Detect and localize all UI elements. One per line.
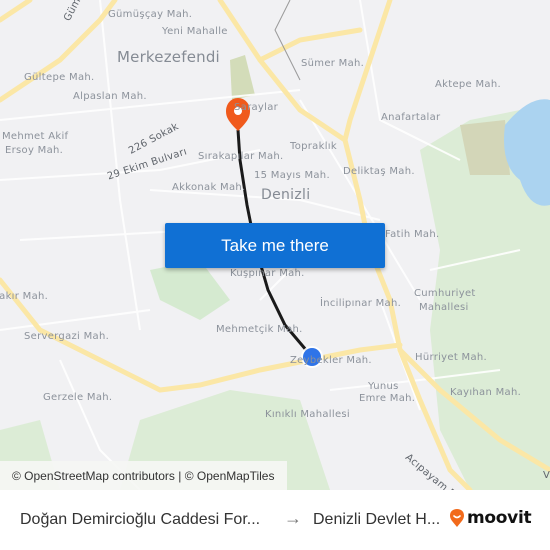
- map-label: Mehmetçik Mah.: [216, 324, 303, 335]
- park-area: [230, 55, 255, 100]
- route-footer: Doğan Demircioğlu Caddesi For... → Deniz…: [0, 490, 550, 550]
- map-label: Akkonak Mah.: [172, 182, 246, 193]
- city-label: Denizli: [261, 187, 311, 203]
- arrow-right-icon: →: [284, 508, 302, 528]
- map[interactable]: Gümüşçay Mah. Yeni Mahalle Merkezefendi …: [0, 0, 550, 490]
- map-label: Yunus: [368, 381, 399, 392]
- map-label: Yeni Mahalle: [162, 26, 228, 37]
- park-area: [150, 260, 230, 320]
- major-road: [257, 27, 363, 63]
- map-label: Mehmet Akif: [2, 131, 69, 142]
- map-label: Gümüşçay Mah.: [108, 9, 193, 20]
- road-label: V: [543, 470, 550, 481]
- major-road: [0, 0, 33, 23]
- map-label: Sırakapılar Mah.: [198, 151, 284, 162]
- map-label: Gültepe Mah.: [24, 72, 95, 83]
- map-label: Zeybekler Mah.: [290, 355, 372, 366]
- map-label: Topraklık: [290, 141, 337, 152]
- map-label: 15 Mayıs Mah.: [254, 170, 330, 181]
- map-label: Kuşpınar Mah.: [230, 268, 305, 279]
- map-label: Alpaslan Mah.: [73, 91, 147, 102]
- map-label: Bakır Mah.: [0, 291, 49, 302]
- map-label: Mahallesi: [419, 302, 469, 313]
- map-label: Kınıklı Mahallesi: [265, 409, 350, 420]
- attribution-text[interactable]: © OpenStreetMap contributors | © OpenMap…: [12, 469, 274, 483]
- map-label: Saraylar: [234, 102, 279, 113]
- map-label: Aktepe Mah.: [435, 79, 501, 90]
- major-road: [0, 0, 118, 103]
- map-attribution[interactable]: © OpenStreetMap contributors | © OpenMap…: [0, 461, 287, 490]
- map-label: Gerzele Mah.: [43, 392, 113, 403]
- moovit-pin-icon: [450, 509, 464, 527]
- destination-name: Denizli Devlet H...: [313, 511, 441, 528]
- map-label: Emre Mah.: [359, 393, 416, 404]
- map-label: Servergazi Mah.: [24, 331, 110, 342]
- map-label: Hürriyet Mah.: [415, 352, 488, 363]
- moovit-logo[interactable]: moovit: [449, 508, 532, 528]
- moovit-wordmark: moovit: [467, 508, 532, 528]
- map-label: Sümer Mah.: [301, 58, 365, 69]
- map-label: Ersoy Mah.: [5, 145, 64, 156]
- origin-stop-name: Doğan Demircioğlu Caddesi For...: [20, 511, 261, 528]
- map-label: Cumhuriyet: [414, 288, 476, 299]
- map-label: Deliktaş Mah.: [343, 166, 415, 177]
- take-me-there-button[interactable]: Take me there: [165, 223, 385, 268]
- map-label: İncilipınar Mah.: [320, 298, 402, 309]
- map-label: Kayıhan Mah.: [450, 387, 522, 398]
- map-label: Fatih Mah.: [385, 229, 440, 240]
- map-label: Anafartalar: [381, 112, 441, 123]
- district-label: Merkezefendi: [117, 48, 220, 66]
